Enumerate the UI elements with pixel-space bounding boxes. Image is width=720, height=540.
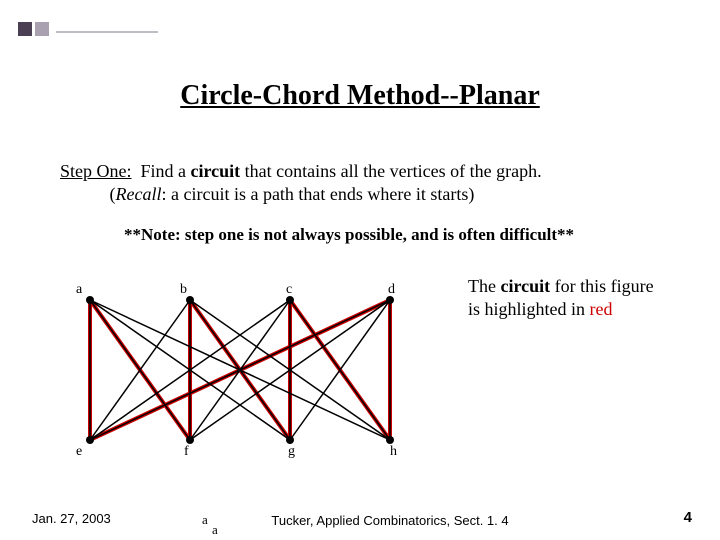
step-one-text: Step One: Find a circuit that contains a… [60, 160, 660, 205]
caption-bold: circuit [500, 276, 550, 296]
vertex-label-e: e [76, 444, 82, 460]
step-text-after: that contains all the vertices of the gr… [240, 161, 541, 181]
vertex-label-c: c [286, 282, 292, 298]
circuit-word: circuit [191, 161, 241, 181]
recall-text: : a circuit is a path that ends where it… [161, 184, 474, 204]
footer-page: 4 [684, 509, 692, 526]
recall-label: Recall [116, 184, 162, 204]
vertex-label-b: b [180, 282, 187, 298]
caption-pre: The [468, 276, 500, 296]
caption-red: red [590, 299, 613, 319]
figure-caption: The circuit for this figure is highlight… [468, 275, 668, 320]
slide-decoration [18, 22, 158, 42]
page-title: Circle-Chord Method--Planar [0, 80, 720, 112]
step-one-lead: Step One: [60, 161, 132, 181]
vertex-label-f: f [184, 444, 189, 460]
vertex-label-g: g [288, 444, 295, 460]
stray-a1: a [202, 512, 208, 528]
step-text-before: Find a [141, 161, 191, 181]
vertex-label-d: d [388, 282, 395, 298]
stray-a2: a [212, 522, 218, 538]
footer-date: Jan. 27, 2003 [32, 511, 111, 526]
vertex-label-h: h [390, 444, 397, 460]
vertex-label-a: a [76, 282, 82, 298]
footer-ref: Tucker, Applied Combinatorics, Sect. 1. … [260, 513, 520, 528]
graph-figure: a b c d e f g h [70, 280, 410, 470]
note-text: **Note: step one is not always possible,… [124, 225, 574, 245]
